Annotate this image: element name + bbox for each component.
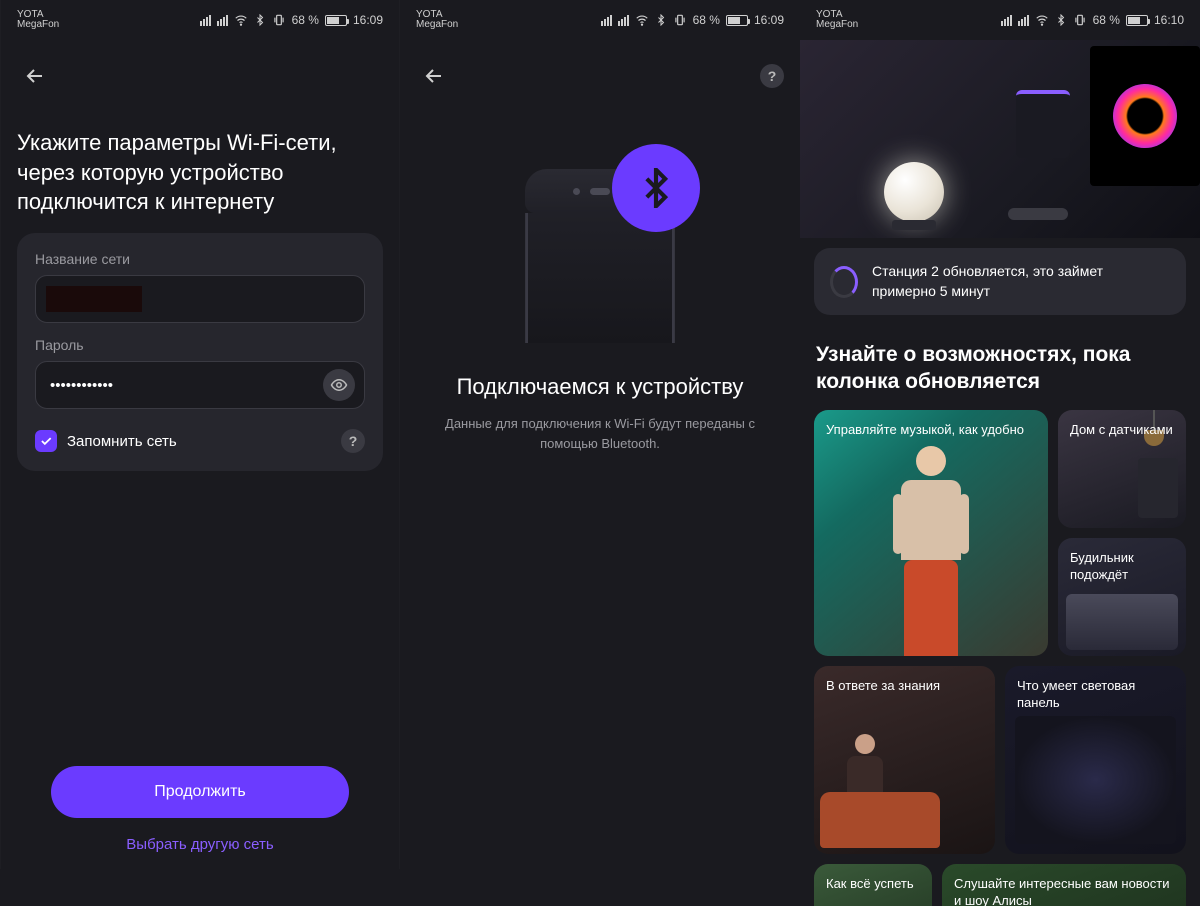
card-time[interactable]: Как всё успеть bbox=[814, 864, 932, 906]
signal-icon-2 bbox=[217, 15, 228, 26]
bluetooth-icon bbox=[636, 168, 676, 208]
vibrate-icon bbox=[272, 13, 286, 27]
card-title: В ответе за знания bbox=[826, 678, 983, 695]
battery-pct: 68 % bbox=[292, 13, 319, 27]
connecting-title: Подключаемся к устройству bbox=[400, 374, 800, 400]
check-icon bbox=[39, 434, 53, 448]
battery-icon bbox=[325, 15, 347, 26]
connecting-subtitle: Данные для подключения к Wi-Fi будут пер… bbox=[400, 400, 800, 467]
carrier-2: MegaFon bbox=[816, 20, 858, 31]
bluetooth-icon bbox=[254, 14, 266, 26]
toggle-password-visibility[interactable] bbox=[323, 369, 355, 401]
vibrate-icon bbox=[1073, 13, 1087, 27]
card-title: Слушайте интересные вам новости и шоу Ал… bbox=[954, 876, 1174, 906]
card-knowledge[interactable]: В ответе за знания bbox=[814, 666, 995, 854]
card-title: Будильник подождёт bbox=[1070, 550, 1174, 584]
spinner-icon bbox=[830, 266, 858, 298]
continue-button[interactable]: Продолжить bbox=[51, 766, 349, 818]
remember-network-checkbox[interactable] bbox=[35, 430, 57, 452]
card-title: Что умеет световая панель bbox=[1017, 678, 1174, 712]
signal-icon bbox=[200, 15, 211, 26]
wifi-form: Название сети Пароль Запомнить сеть ? bbox=[17, 233, 383, 471]
carrier-2: MegaFon bbox=[17, 20, 59, 31]
connecting-illustration bbox=[470, 154, 730, 354]
card-title: Дом с датчиками bbox=[1070, 422, 1174, 439]
back-button[interactable] bbox=[17, 58, 53, 94]
help-button[interactable]: ? bbox=[760, 64, 784, 88]
remember-network-label: Запомнить сеть bbox=[67, 433, 331, 450]
signal-icon bbox=[601, 15, 612, 26]
connecting-screen: YOTA MegaFon 68 % 16:09 ? Подключаемся к… bbox=[400, 0, 800, 869]
status-bar: YOTA MegaFon 68 % 16:10 bbox=[800, 0, 1200, 40]
update-banner: Станция 2 обновляется, это займет пример… bbox=[814, 248, 1186, 315]
wifi-icon bbox=[1035, 13, 1049, 27]
battery-icon bbox=[726, 15, 748, 26]
choose-other-network-link[interactable]: Выбрать другую сеть bbox=[51, 836, 349, 853]
back-button[interactable] bbox=[416, 58, 452, 94]
card-music[interactable]: Управляйте музыкой, как удобно bbox=[814, 410, 1048, 656]
banner-text: Станция 2 обновляется, это займет пример… bbox=[872, 262, 1170, 301]
card-news[interactable]: Слушайте интересные вам новости и шоу Ал… bbox=[942, 864, 1186, 906]
page-title: Укажите параметры Wi-Fi-сети, через кото… bbox=[1, 94, 399, 233]
bluetooth-icon bbox=[655, 14, 667, 26]
card-title: Управляйте музыкой, как удобно bbox=[826, 422, 1036, 439]
arrow-left-icon bbox=[422, 64, 446, 88]
wifi-settings-screen: YOTA MegaFon 68 % 16:09 Укажите параметр… bbox=[0, 0, 400, 869]
wifi-icon bbox=[234, 13, 248, 27]
wifi-icon bbox=[635, 13, 649, 27]
clock: 16:10 bbox=[1154, 13, 1184, 27]
battery-pct: 68 % bbox=[1093, 13, 1120, 27]
updating-screen: YOTA MegaFon 68 % 16:10 Станция 2 обновл… bbox=[800, 0, 1200, 869]
network-label: Название сети bbox=[35, 251, 365, 267]
battery-icon bbox=[1126, 15, 1148, 26]
vibrate-icon bbox=[673, 13, 687, 27]
network-name-input[interactable] bbox=[35, 275, 365, 323]
clock: 16:09 bbox=[754, 13, 784, 27]
arrow-left-icon bbox=[23, 64, 47, 88]
card-title: Как всё успеть bbox=[826, 876, 920, 893]
bluetooth-icon bbox=[1055, 14, 1067, 26]
remember-help-button[interactable]: ? bbox=[341, 429, 365, 453]
signal-icon-2 bbox=[1018, 15, 1029, 26]
hero-image bbox=[800, 40, 1200, 238]
bluetooth-badge bbox=[612, 144, 700, 232]
card-sensors[interactable]: Дом с датчиками bbox=[1058, 410, 1186, 528]
clock: 16:09 bbox=[353, 13, 383, 27]
signal-icon bbox=[1001, 15, 1012, 26]
status-bar: YOTA MegaFon 68 % 16:09 bbox=[400, 0, 800, 40]
signal-icon-2 bbox=[618, 15, 629, 26]
card-alarm[interactable]: Будильник подождёт bbox=[1058, 538, 1186, 656]
card-light-panel[interactable]: Что умеет световая панель bbox=[1005, 666, 1186, 854]
battery-pct: 68 % bbox=[693, 13, 720, 27]
status-bar: YOTA MegaFon 68 % 16:09 bbox=[1, 0, 399, 40]
features-title: Узнайте о возможностях, пока колонка обн… bbox=[800, 325, 1200, 410]
carrier-2: MegaFon bbox=[416, 20, 458, 31]
eye-icon bbox=[330, 376, 348, 394]
feature-cards: Управляйте музыкой, как удобно Дом с дат… bbox=[800, 410, 1200, 906]
password-input[interactable] bbox=[35, 361, 365, 409]
password-label: Пароль bbox=[35, 337, 365, 353]
